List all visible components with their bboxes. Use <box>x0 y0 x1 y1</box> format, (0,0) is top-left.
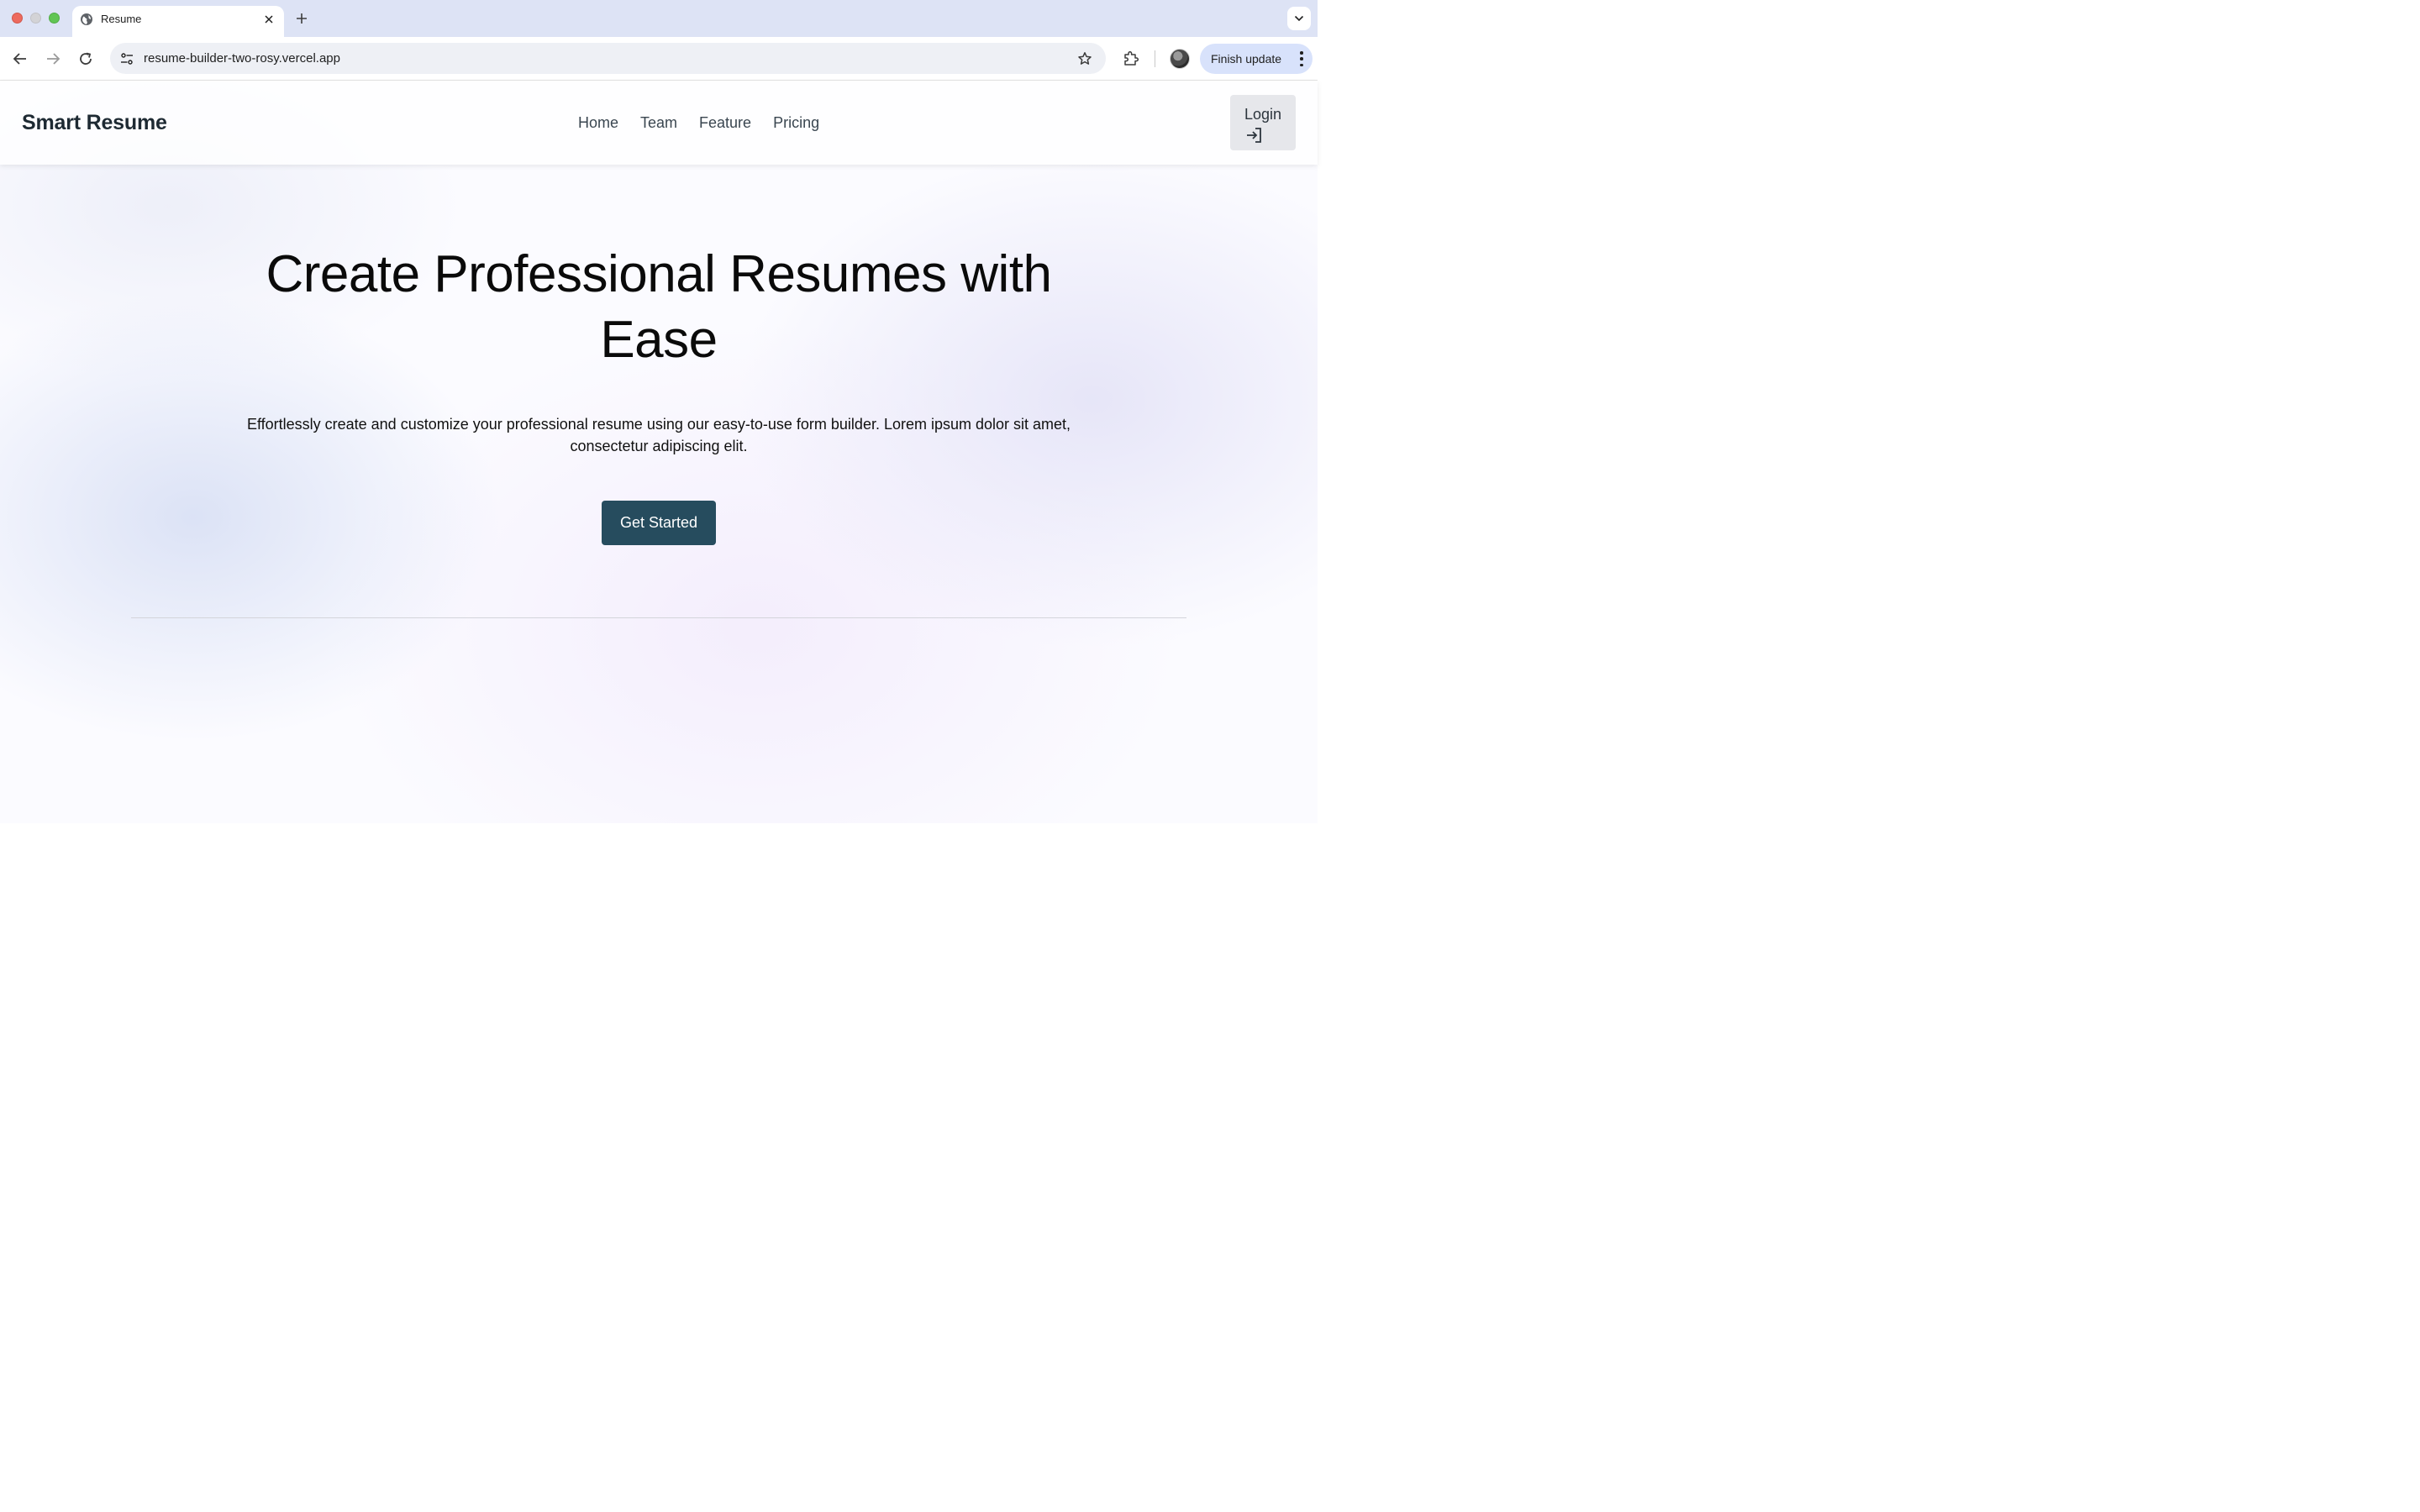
browser-tab-bar: Resume <box>0 0 1318 37</box>
forward-arrow-icon[interactable] <box>43 49 63 69</box>
profile-avatar[interactable] <box>1170 49 1190 69</box>
address-bar[interactable]: resume-builder-two-rosy.vercel.app <box>110 43 1106 74</box>
browser-tab[interactable]: Resume <box>72 6 284 37</box>
nav-team[interactable]: Team <box>640 114 677 132</box>
hero-title: Create Professional Resumes with Ease <box>266 245 1052 369</box>
bookmark-star-icon[interactable] <box>1076 50 1094 68</box>
close-window-button[interactable] <box>12 13 23 24</box>
back-arrow-icon[interactable] <box>10 49 30 69</box>
hero-subtitle: Effortlessly create and customize your p… <box>246 416 1071 454</box>
globe-icon <box>81 13 92 25</box>
minimize-window-button[interactable] <box>30 13 41 24</box>
extensions-puzzle-icon[interactable] <box>1121 49 1141 69</box>
reload-icon[interactable] <box>76 49 96 69</box>
finish-update-label: Finish update <box>1211 52 1282 66</box>
login-label: Login <box>1244 106 1282 123</box>
nav-feature[interactable]: Feature <box>699 114 751 132</box>
finish-update-button[interactable]: Finish update <box>1200 44 1313 74</box>
get-started-button[interactable]: Get Started <box>602 501 716 545</box>
tab-close-icon[interactable] <box>261 12 276 27</box>
browser-toolbar: resume-builder-two-rosy.vercel.app Finis… <box>0 37 1318 81</box>
tab-search-chevron-icon[interactable] <box>1287 7 1311 30</box>
page-content: Smart Resume Home Team Feature Pricing L… <box>0 81 1318 823</box>
site-info-tune-icon[interactable] <box>117 49 137 69</box>
main-nav: Home Team Feature Pricing <box>578 114 819 132</box>
url-text: resume-builder-two-rosy.vercel.app <box>144 51 340 66</box>
nav-pricing[interactable]: Pricing <box>773 114 819 132</box>
site-brand[interactable]: Smart Resume <box>22 111 167 135</box>
more-vertical-icon[interactable] <box>1299 51 1304 66</box>
section-divider <box>131 617 1186 618</box>
tab-title: Resume <box>101 13 142 25</box>
login-enter-icon <box>1247 128 1261 143</box>
nav-home[interactable]: Home <box>578 114 618 132</box>
new-tab-plus-icon[interactable] <box>292 9 311 28</box>
login-button[interactable]: Login <box>1230 95 1296 150</box>
site-header: Smart Resume Home Team Feature Pricing L… <box>0 81 1318 165</box>
maximize-window-button[interactable] <box>49 13 60 24</box>
